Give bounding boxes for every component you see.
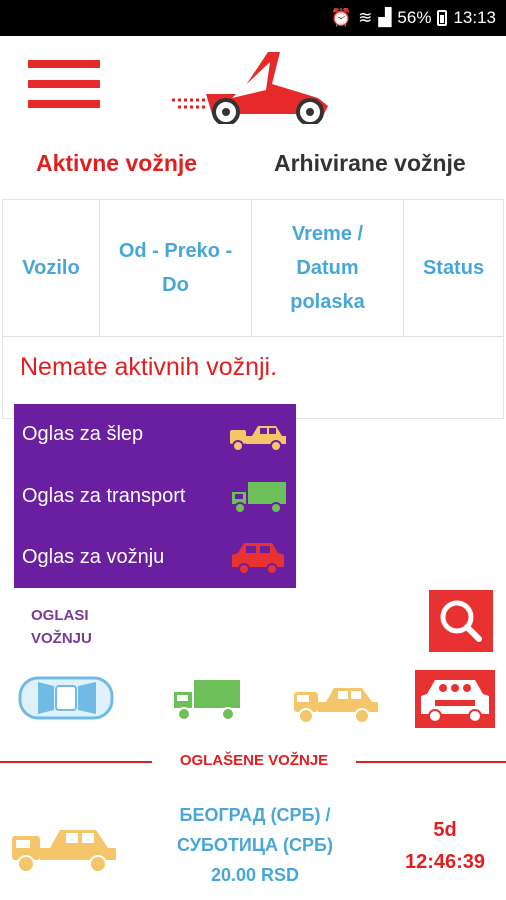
tow-truck-icon (12, 830, 116, 873)
ad-type-menu: Oglas za šlep Oglas za transport Oglas z… (14, 404, 296, 588)
ride-price: 20.00 RSD (210, 865, 300, 885)
column-header-status: Status (422, 257, 485, 279)
post-ride-link[interactable]: OGLASI VOŽNJU (31, 604, 92, 650)
ride-route: БЕОГРАД (СРБ) / СУБОТИЦА (СРБ) 20.00 RSD (160, 800, 350, 890)
delivery-truck-icon (232, 482, 286, 514)
post-ride-line2: VOŽNJU (31, 630, 92, 647)
menu-icon[interactable] (28, 60, 100, 110)
tow-truck-icon (230, 426, 286, 452)
ride-time: 12:46:39 (404, 851, 486, 873)
menu-item-label: Oglas za vožnju (22, 546, 165, 568)
passenger-car-icon (232, 543, 284, 575)
menu-item-label: Oglas za transport (22, 485, 186, 507)
menu-item-label: Oglas za šlep (22, 423, 144, 445)
empty-table-message: Nemate aktivnih vožnji. (20, 353, 278, 381)
list-item[interactable]: БЕОГРАД (СРБ) / СУБОТИЦА (СРБ) 20.00 RSD… (0, 790, 506, 900)
filter-truck[interactable] (172, 676, 242, 724)
alarm-icon: ⏰ (330, 8, 353, 27)
delivery-truck-icon (174, 680, 240, 721)
tab-archived-rides[interactable]: Arhivirane vožnje (274, 150, 466, 177)
filter-car[interactable] (16, 672, 116, 724)
tow-truck-icon (294, 688, 378, 724)
menu-item-tow-ad[interactable]: Oglas za šlep (14, 404, 296, 465)
column-header-vehicle: Vozilo (3, 200, 100, 336)
ride-route-from: БЕОГРАД (СРБ) / (179, 805, 331, 825)
ride-days: 5d (433, 819, 457, 841)
divider-line (356, 761, 506, 763)
filter-tow[interactable] (292, 672, 380, 724)
tab-active-rides[interactable]: Aktivne vožnje (36, 150, 197, 177)
wifi-icon: ≋ (358, 8, 373, 27)
section-title-posted-rides: OGLAŠENE VOŽNJE (179, 752, 329, 769)
search-button[interactable] (429, 590, 493, 652)
app-logo (172, 52, 328, 124)
ride-route-to: СУБОТИЦА (СРБ) (177, 835, 333, 855)
filter-passengers[interactable] (415, 670, 495, 728)
ride-countdown: 5d 12:46:39 (390, 814, 500, 878)
menu-item-ride-ad[interactable]: Oglas za vožnju (14, 527, 296, 588)
post-ride-line1: OGLASI (31, 607, 89, 624)
column-header-departure: Vreme / Datum polaska (252, 200, 404, 336)
signal-icon: ▟ (378, 8, 392, 27)
status-bar: ⏰ ≋ ▟ 56% 13:13 (0, 0, 506, 36)
clock: 13:13 (453, 8, 496, 27)
menu-item-transport-ad[interactable]: Oglas za transport (14, 466, 296, 527)
app-header (0, 36, 506, 136)
divider-line (0, 761, 152, 763)
search-icon (440, 600, 482, 642)
battery-percentage: 56% (397, 8, 432, 27)
car-topview-icon (18, 676, 114, 720)
passenger-car-icon (421, 680, 489, 723)
table-header: Vozilo Od - Preko - Do Vreme / Datum pol… (3, 200, 503, 337)
column-header-route: Od - Preko - Do (100, 200, 252, 336)
rides-table: Vozilo Od - Preko - Do Vreme / Datum pol… (2, 199, 504, 419)
battery-icon (437, 10, 448, 26)
